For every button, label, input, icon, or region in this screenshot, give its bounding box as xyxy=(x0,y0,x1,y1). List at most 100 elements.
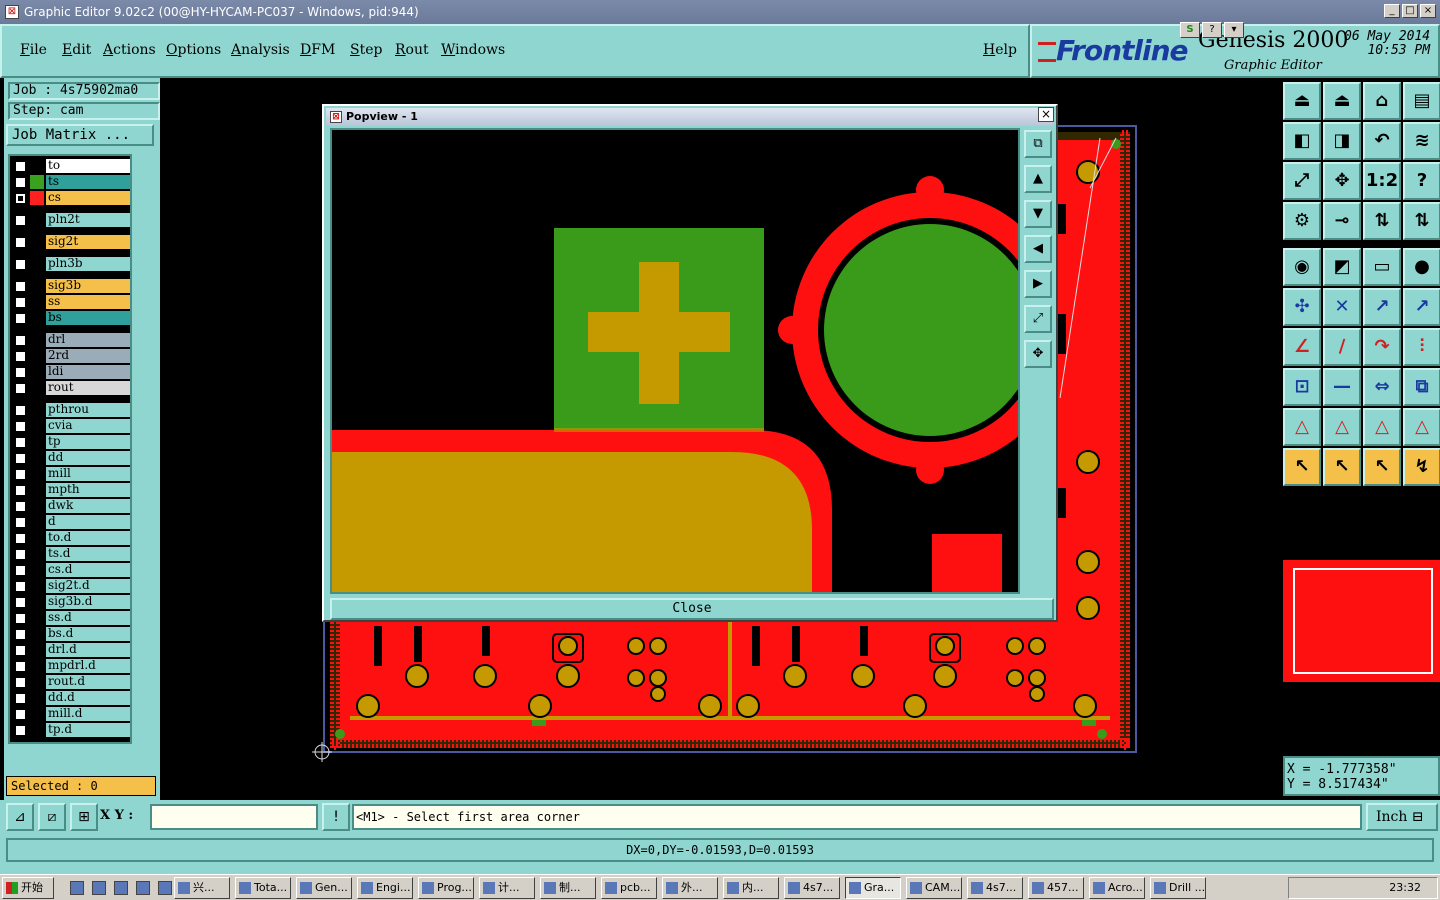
layer-name[interactable]: bs.d xyxy=(46,627,130,641)
layer-color-swatch[interactable] xyxy=(30,627,44,641)
snap-icon[interactable]: ⊿ xyxy=(6,803,34,831)
layer-checkbox[interactable] xyxy=(15,565,26,576)
xy-input[interactable] xyxy=(150,804,318,830)
layer-color-swatch[interactable] xyxy=(30,643,44,657)
layer-checkbox[interactable] xyxy=(15,469,26,480)
taskbar-item[interactable]: 457... xyxy=(1028,877,1084,899)
toolbar-tool-26-icon[interactable]: ∕ xyxy=(1323,328,1361,366)
layer-name[interactable]: sig2t xyxy=(46,235,130,249)
layer-color-swatch[interactable] xyxy=(30,483,44,497)
layer-color-swatch[interactable] xyxy=(30,515,44,529)
layer-color-swatch[interactable] xyxy=(30,723,44,737)
toolbar-tool-4-icon[interactable]: ▤ xyxy=(1403,82,1440,120)
layer-row-bs-d[interactable]: bs.d xyxy=(12,627,130,641)
layer-row-ss[interactable]: ss xyxy=(12,295,130,309)
grid-icon[interactable]: ⊞ xyxy=(70,803,98,831)
layer-checkbox[interactable] xyxy=(15,335,26,346)
popview-tool-5-icon[interactable]: ▶ xyxy=(1024,270,1052,298)
layer-checkbox[interactable] xyxy=(15,313,26,324)
toolbar-tool-22-icon[interactable]: ✕ xyxy=(1323,288,1361,326)
overview-map[interactable] xyxy=(1283,560,1440,682)
layer-checkbox[interactable] xyxy=(15,437,26,448)
toolbar-tool-36-icon[interactable]: △ xyxy=(1403,408,1440,446)
taskbar-item[interactable]: CAM... xyxy=(906,877,962,899)
taskbar-item[interactable]: 计... xyxy=(479,877,535,899)
layer-color-swatch[interactable] xyxy=(30,333,44,347)
layer-color-swatch[interactable] xyxy=(30,467,44,481)
layer-row-ts-d[interactable]: ts.d xyxy=(12,547,130,561)
layer-name[interactable]: 2rd xyxy=(46,349,130,363)
layer-name[interactable]: sig3b xyxy=(46,279,130,293)
taskbar-item[interactable]: Gen... xyxy=(296,877,352,899)
layer-row-dd-d[interactable]: dd.d xyxy=(12,691,130,705)
menu-options[interactable]: Options xyxy=(166,42,221,58)
layer-color-swatch[interactable] xyxy=(30,579,44,593)
layer-name[interactable]: bs xyxy=(46,311,130,325)
minimize-button[interactable]: _ xyxy=(1384,4,1400,18)
layer-color-swatch[interactable] xyxy=(30,403,44,417)
toolbar-tool-3-icon[interactable]: ⌂ xyxy=(1363,82,1401,120)
layer-color-swatch[interactable] xyxy=(30,257,44,271)
toolbar-tool-10-icon[interactable]: ✥ xyxy=(1323,162,1361,200)
popview-tool-2-icon[interactable]: ▲ xyxy=(1024,165,1052,193)
toolbar-tool-30-icon[interactable]: — xyxy=(1323,368,1361,406)
toolbar-tool-31-icon[interactable]: ⇔ xyxy=(1363,368,1401,406)
layer-row-to[interactable]: to xyxy=(12,159,130,173)
popview-tool-7-icon[interactable]: ✥ xyxy=(1024,340,1052,368)
toolbar-tool-9-icon[interactable]: ⤢ xyxy=(1283,162,1321,200)
menu-actions[interactable]: Actions xyxy=(103,42,156,58)
toolbar-tool-21-icon[interactable]: ✣ xyxy=(1283,288,1321,326)
layer-row-ldi[interactable]: ldi xyxy=(12,365,130,379)
toolbar-tool-39-icon[interactable]: ↖ xyxy=(1363,448,1401,486)
layer-name[interactable]: dd xyxy=(46,451,130,465)
layer-row-pln2t[interactable]: pln2t xyxy=(12,213,130,227)
close-window-button[interactable]: × xyxy=(1420,4,1436,18)
layer-color-swatch[interactable] xyxy=(30,499,44,513)
layer-checkbox[interactable] xyxy=(15,677,26,688)
layer-name[interactable]: dd.d xyxy=(46,691,130,705)
layer-row-ss-d[interactable]: ss.d xyxy=(12,611,130,625)
toolbar-tool-23-icon[interactable]: ↗ xyxy=(1363,288,1401,326)
layer-row-pln3b[interactable]: pln3b xyxy=(12,257,130,271)
toolbar-tool-5-icon[interactable]: ◧ xyxy=(1283,122,1321,160)
menu-step[interactable]: Step xyxy=(350,42,382,58)
layer-color-swatch[interactable] xyxy=(30,311,44,325)
s-icon[interactable]: S xyxy=(1180,22,1200,38)
toolbar-tool-27-icon[interactable]: ↷ xyxy=(1363,328,1401,366)
layer-checkbox[interactable] xyxy=(15,517,26,528)
layer-checkbox[interactable] xyxy=(15,549,26,560)
layer-row-cvia[interactable]: cvia xyxy=(12,419,130,433)
layer-row-sig3b[interactable]: sig3b xyxy=(12,279,130,293)
layer-checkbox[interactable] xyxy=(15,383,26,394)
layer-row-cs[interactable]: cs xyxy=(12,191,130,205)
layer-name[interactable]: mill.d xyxy=(46,707,130,721)
layer-color-swatch[interactable] xyxy=(30,191,44,205)
layer-row-dd[interactable]: dd xyxy=(12,451,130,465)
layer-name[interactable]: tp xyxy=(46,435,130,449)
layer-name[interactable]: to xyxy=(46,159,130,173)
layer-color-swatch[interactable] xyxy=(30,279,44,293)
layer-name[interactable]: drl xyxy=(46,333,130,347)
ql-1-icon[interactable] xyxy=(70,881,84,895)
taskbar-item[interactable]: 内... xyxy=(723,877,779,899)
layer-row-ts[interactable]: ts xyxy=(12,175,130,189)
layer-row-cs-d[interactable]: cs.d xyxy=(12,563,130,577)
layer-color-swatch[interactable] xyxy=(30,659,44,673)
layer-checkbox[interactable] xyxy=(15,533,26,544)
layer-row-pthrou[interactable]: pthrou xyxy=(12,403,130,417)
layer-checkbox[interactable] xyxy=(15,193,26,204)
menu-edit[interactable]: Edit xyxy=(62,42,91,58)
toolbar-tool-1-icon[interactable]: ⏏ xyxy=(1283,82,1321,120)
layer-checkbox[interactable] xyxy=(15,613,26,624)
layer-row-tp-d[interactable]: tp.d xyxy=(12,723,130,737)
layer-color-swatch[interactable] xyxy=(30,365,44,379)
layer-color-swatch[interactable] xyxy=(30,175,44,189)
taskbar-item[interactable]: Acro... xyxy=(1089,877,1145,899)
toolbar-tool-20-icon[interactable]: ● xyxy=(1403,248,1440,286)
layer-row-sig3b-d[interactable]: sig3b.d xyxy=(12,595,130,609)
menu-analysis[interactable]: Analysis xyxy=(231,42,290,58)
layer-color-swatch[interactable] xyxy=(30,159,44,173)
layer-name[interactable]: d xyxy=(46,515,130,529)
popview-tool-1-icon[interactable]: ⧉ xyxy=(1024,130,1052,158)
layer-row-tp[interactable]: tp xyxy=(12,435,130,449)
